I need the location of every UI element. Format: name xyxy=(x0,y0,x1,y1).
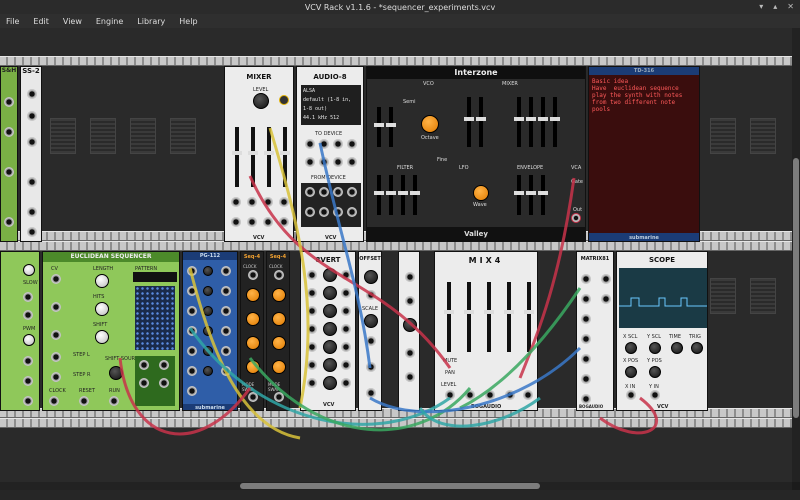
patch-cables xyxy=(118,127,659,440)
cable[interactable] xyxy=(268,127,310,409)
menu-bar: File Edit View Engine Library Help xyxy=(0,14,800,28)
maximize-icon[interactable]: ▴ xyxy=(773,2,777,11)
menu-view[interactable]: View xyxy=(63,17,82,26)
cable[interactable] xyxy=(248,357,472,432)
vertical-scrollbar[interactable] xyxy=(792,28,800,482)
scrollbar-thumb[interactable] xyxy=(793,158,799,418)
menu-edit[interactable]: Edit xyxy=(33,17,49,26)
close-icon[interactable]: ✕ xyxy=(787,2,794,11)
cable[interactable] xyxy=(118,357,252,436)
rack-area[interactable]: S&H SS-2 MIXER LEVEL VCV AUDIO-8 ALSA de… xyxy=(0,28,792,482)
cable[interactable] xyxy=(188,267,301,440)
bottom-strip xyxy=(0,490,800,500)
cable[interactable] xyxy=(518,177,576,379)
menu-engine[interactable]: Engine xyxy=(96,17,123,26)
window-controls: ▾ ▴ ✕ xyxy=(759,2,794,11)
cable[interactable] xyxy=(599,396,659,435)
cable[interactable] xyxy=(369,346,582,414)
menu-help[interactable]: Help xyxy=(179,17,197,26)
cable[interactable] xyxy=(318,142,372,369)
horizontal-scrollbar[interactable] xyxy=(0,482,792,490)
menu-file[interactable]: File xyxy=(6,17,19,26)
scrollbar-thumb[interactable] xyxy=(240,483,540,489)
window-titlebar: VCV Rack v1.1.6 - *sequencer_experiments… xyxy=(0,0,800,14)
window-title: VCV Rack v1.1.6 - *sequencer_experiments… xyxy=(304,2,496,12)
menu-library[interactable]: Library xyxy=(137,17,165,26)
minimize-icon[interactable]: ▾ xyxy=(759,2,763,11)
